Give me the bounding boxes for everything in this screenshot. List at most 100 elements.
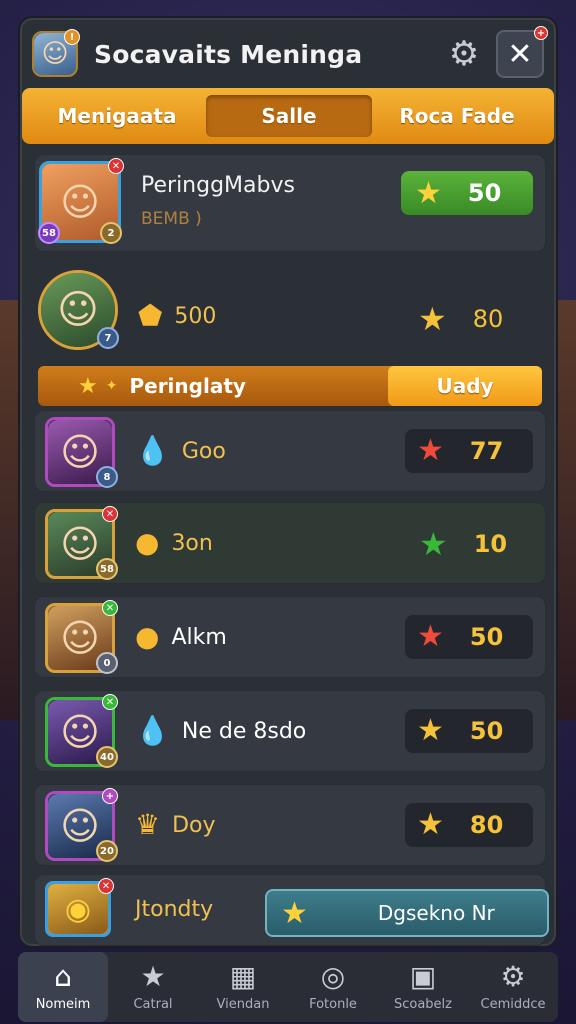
level-badge: 0	[96, 652, 118, 674]
bottom-action-button[interactable]: ★ Dgsekno Nr	[265, 889, 549, 937]
featured-avatar: ☺ ✕ 58 2	[38, 158, 124, 244]
nav-label: Catral	[133, 996, 173, 1012]
nav-catral[interactable]: ★ Catral	[108, 952, 198, 1022]
gear-icon: ⚙	[500, 959, 526, 993]
alert-badge: ✕	[102, 506, 118, 522]
nav-label: Scoabelz	[393, 996, 452, 1012]
second-resource: ⬟ 500	[138, 299, 217, 332]
level-badge: 8	[96, 466, 118, 488]
water-drop-icon: 💧	[135, 714, 170, 747]
water-drop-icon: 💧	[135, 434, 170, 467]
bottom-action-row: ◉ ✕ Jtondty ★ Dgsekno Nr	[34, 874, 549, 946]
featured-player-subtitle: BEMB )	[141, 209, 202, 229]
nav-fotonle[interactable]: ◎ Fotonle	[288, 952, 378, 1022]
sparkle-icon: ✦	[105, 378, 118, 394]
second-player-row[interactable]: ☺ 7 ⬟ 500 ★ 80	[34, 266, 546, 358]
featured-score: 50	[467, 179, 502, 207]
notification-badge: !	[64, 29, 80, 45]
second-score: ★ 80	[418, 300, 504, 338]
close-icon: ✕	[507, 36, 533, 72]
level-badge: 40	[96, 746, 118, 768]
nav-viendan[interactable]: ▦ Viendan	[198, 952, 288, 1022]
settings-button[interactable]: ⚙	[442, 32, 486, 76]
rank-badge: 7	[97, 327, 119, 349]
tab-menigaata[interactable]: Menigaata	[28, 95, 206, 137]
score-pill: ★ 77	[405, 429, 533, 473]
star-icon: ★	[417, 807, 444, 842]
list-item[interactable]: ☺ ✕ 58 ● 3on ★ 10	[34, 502, 546, 584]
second-avatar: ☺ 7	[38, 270, 119, 350]
list-item[interactable]: ☺ + 20 ♛ Doy ★ 80	[34, 784, 546, 866]
row-resource: 💧 Ne de 8sdo	[135, 714, 307, 747]
level-badge: 58	[38, 222, 60, 244]
alert-badge: ✕	[108, 158, 124, 174]
close-button[interactable]: ✕ +	[496, 26, 548, 78]
star-icon: ★	[419, 525, 448, 563]
list-item[interactable]: ☺ ✕ 0 ● Alkm ★ 50	[34, 596, 546, 678]
player-avatar: ☺ 8	[45, 417, 118, 488]
vip-badge: +	[102, 788, 118, 804]
chest-icon: ▣	[409, 959, 437, 993]
banner-label: Peringlaty	[129, 374, 246, 398]
tab-roca-fade[interactable]: Roca Fade	[372, 95, 542, 137]
nav-label: Fotonle	[309, 996, 357, 1012]
coin-icon: ◉	[48, 884, 108, 934]
gold-icon: ⬟	[138, 299, 163, 332]
level-badge: 20	[96, 840, 118, 862]
reward-avatar: ◉ ✕	[45, 878, 114, 937]
panel-header: ☺ ! Socavaits Meninga ⚙ ✕ +	[22, 20, 554, 88]
nav-label: Viendan	[216, 996, 270, 1012]
featured-player-name: PeringgMabvs	[141, 173, 295, 198]
home-icon: ⌂	[54, 959, 72, 993]
leaderboard-panel: ☺ ! Socavaits Meninga ⚙ ✕ + Menigaata Sa…	[20, 18, 556, 946]
score-display: ★ 10	[419, 525, 508, 563]
online-badge: ✕	[102, 600, 118, 616]
gold-drop-icon: ●	[135, 620, 160, 653]
player-avatar: ☺ ✕ 0	[45, 600, 118, 674]
crown-icon: ♛	[135, 808, 161, 841]
star-icon: ★	[418, 300, 447, 338]
player-avatar: ☺ + 20	[45, 788, 118, 862]
online-badge: ✕	[102, 694, 118, 710]
gold-drop-icon: ●	[135, 526, 160, 559]
star-icon: ★	[417, 619, 444, 654]
section-banner: ★ ✦ Peringlaty Uady	[38, 366, 542, 406]
star-icon: ★	[417, 433, 444, 468]
star-icon: ★	[415, 175, 442, 211]
profile-avatar[interactable]: ☺ !	[32, 29, 80, 77]
page-title: Socavaits Meninga	[94, 39, 363, 69]
score-pill: ★ 50	[405, 709, 533, 753]
rank-badge: 2	[100, 222, 122, 244]
alert-badge: ✕	[98, 878, 114, 894]
bottom-label: Jtondty	[135, 897, 214, 922]
alert-badge: +	[534, 26, 548, 40]
list-item[interactable]: ☺ 8 💧 Goo ★ 77	[34, 410, 546, 492]
list-item[interactable]: ☺ ✕ 40 💧 Ne de 8sdo ★ 50	[34, 690, 546, 772]
score-pill: ★ 80	[405, 803, 533, 847]
star-icon: ★	[417, 713, 444, 748]
featured-score-pill: ★ 50	[401, 171, 533, 215]
row-resource: ● Alkm	[135, 620, 227, 653]
player-avatar: ☺ ✕ 40	[45, 694, 118, 768]
featured-player-row[interactable]: ☺ ✕ 58 2 PeringgMabvs BEMB ) ★ 50	[34, 154, 546, 252]
score-pill: ★ 50	[405, 615, 533, 659]
nav-cemiddce[interactable]: ⚙ Cemiddce	[468, 952, 558, 1022]
bottom-nav: ⌂ Nomeim ★ Catral ▦ Viendan ◎ Fotonle ▣ …	[18, 952, 558, 1022]
target-icon: ◎	[320, 959, 346, 993]
level-badge: 58	[96, 558, 118, 580]
nav-scoabelz[interactable]: ▣ Scoabelz	[378, 952, 468, 1022]
star-icon: ★	[78, 373, 98, 399]
nav-label: Nomeim	[35, 996, 91, 1012]
row-resource: ♛ Doy	[135, 808, 216, 841]
tab-salle[interactable]: Salle	[206, 95, 372, 137]
grid-icon: ▦	[229, 959, 257, 993]
row-resource: ● 3on	[135, 526, 213, 559]
star-icon: ★	[140, 959, 166, 993]
gear-icon: ⚙	[448, 34, 480, 74]
banner-button[interactable]: Uady	[388, 366, 542, 406]
row-resource: 💧 Goo	[135, 434, 226, 467]
tab-bar: Menigaata Salle Roca Fade	[22, 88, 554, 144]
player-avatar: ☺ ✕ 58	[45, 506, 118, 580]
nav-home[interactable]: ⌂ Nomeim	[18, 952, 108, 1022]
star-icon: ★	[281, 895, 308, 931]
